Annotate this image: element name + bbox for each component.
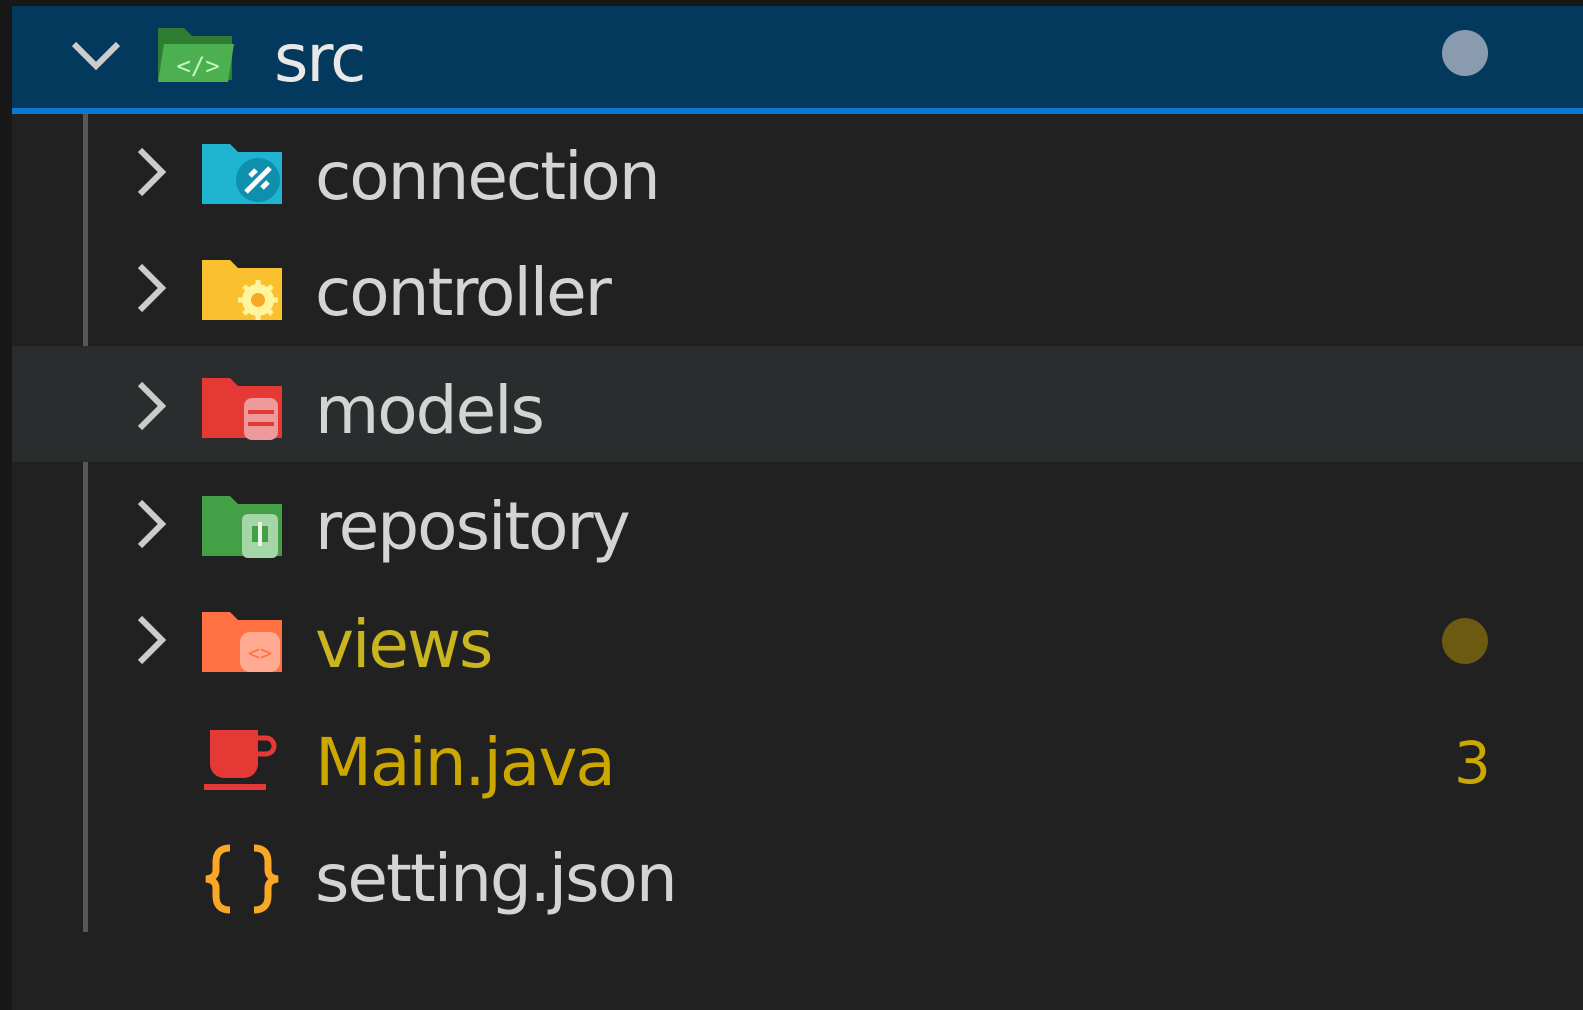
tree-item-controller[interactable]: controller: [12, 230, 1583, 346]
status-dot: [1442, 30, 1488, 76]
chevron-down-icon[interactable]: [66, 24, 126, 84]
tree-item-models[interactable]: models: [12, 346, 1583, 462]
file-explorer-tree: </> src connection controller models rep…: [12, 6, 1583, 1010]
tree-item-views[interactable]: <> views: [12, 578, 1583, 694]
svg-text:</>: </>: [176, 52, 219, 80]
tree-item-label: repository: [315, 488, 631, 565]
folder-src-open-icon: </>: [154, 18, 238, 88]
tree-item-label: models: [315, 372, 545, 449]
problems-badge: 3: [1454, 729, 1491, 797]
tree-item-repository[interactable]: repository: [12, 462, 1583, 578]
tree-item-label: setting.json: [315, 840, 678, 917]
folder-connection-icon: [200, 140, 284, 210]
tree-item-label: src: [274, 20, 366, 97]
folder-views-icon: <>: [200, 608, 284, 678]
java-file-icon: [200, 724, 284, 794]
tree-item-label: connection: [315, 138, 661, 215]
chevron-right-icon[interactable]: [120, 610, 180, 670]
modified-dot: [1442, 618, 1488, 664]
tree-item-setting-json[interactable]: setting.json: [12, 810, 1583, 926]
json-file-icon: [200, 844, 284, 914]
chevron-right-icon[interactable]: [120, 494, 180, 554]
tree-item-connection[interactable]: connection: [12, 114, 1583, 230]
tree-item-src[interactable]: </> src: [12, 6, 1583, 114]
svg-text:<>: <>: [248, 641, 272, 665]
chevron-right-icon[interactable]: [120, 258, 180, 318]
tree-item-label: Main.java: [315, 724, 616, 801]
folder-models-icon: [200, 374, 284, 444]
tree-item-label: controller: [315, 254, 612, 331]
chevron-right-icon[interactable]: [120, 376, 180, 436]
folder-repository-icon: [200, 492, 284, 562]
folder-controller-icon: [200, 256, 284, 326]
tree-item-label: views: [315, 606, 493, 683]
chevron-right-icon[interactable]: [120, 142, 180, 202]
tree-item-main-java[interactable]: Main.java 3: [12, 694, 1583, 810]
